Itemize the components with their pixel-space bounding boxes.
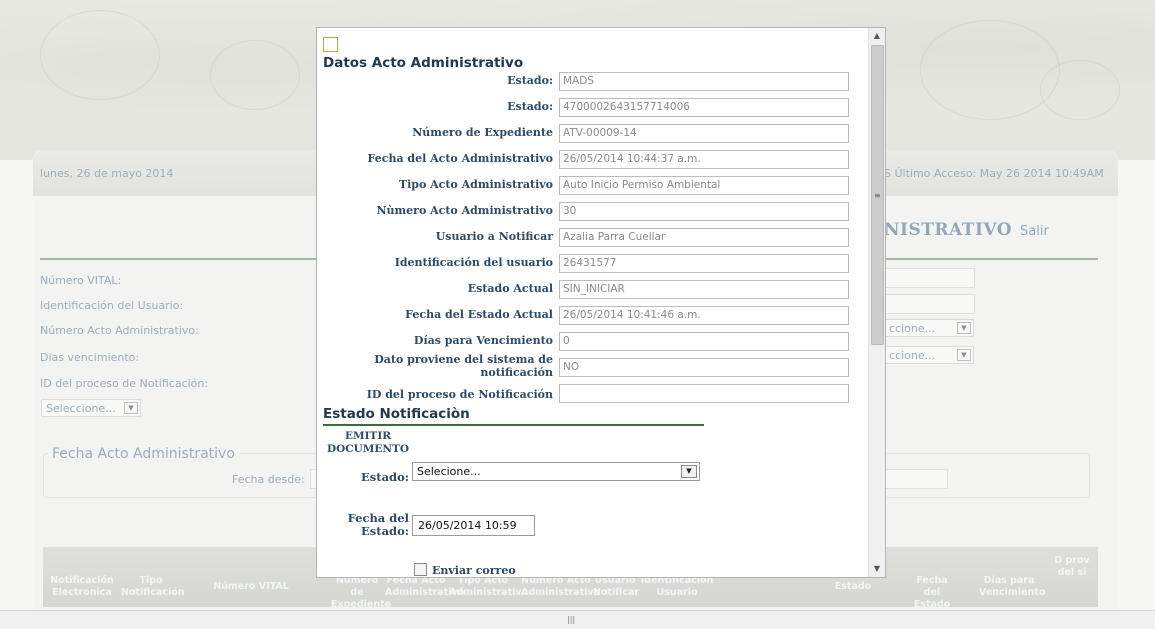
field-label: Usuario a Notificar	[435, 230, 553, 243]
estado-codigo-field[interactable]: 4700002643157714006	[559, 98, 849, 117]
close-icon[interactable]	[323, 37, 338, 52]
enviar-correo-checkbox[interactable]	[414, 563, 427, 576]
chevron-down-icon: ▼	[681, 465, 697, 478]
section-divider	[323, 424, 704, 426]
scroll-grip-icon: ≡	[874, 191, 881, 200]
scroll-up-icon[interactable]: ▲	[869, 28, 885, 44]
dato-proviene-field[interactable]: NO	[559, 358, 849, 377]
estado-label: Estado:	[361, 470, 409, 484]
id-proceso-field[interactable]	[559, 384, 849, 403]
enviar-correo-label: Enviar correo	[432, 564, 516, 577]
estado-entidad-field[interactable]: MADS	[559, 72, 849, 91]
fecha-acto-field[interactable]: 26/05/2014 10:44:37 a.m.	[559, 150, 849, 169]
field-label: Estado:	[507, 74, 553, 87]
scroll-grip-icon: |||	[567, 615, 576, 624]
numero-acto-field[interactable]: 30	[559, 202, 849, 221]
numero-expediente-field[interactable]: ATV-00009-14	[559, 124, 849, 143]
field-label: Estado:	[507, 100, 553, 113]
dias-vencimiento-field[interactable]: 0	[559, 332, 849, 351]
fecha-estado-label: Fecha del Estado:	[347, 511, 409, 538]
field-label: ID del proceso de Notificación	[366, 388, 553, 401]
usuario-notificar-field[interactable]: Azalia Parra Cuellar	[559, 228, 849, 247]
scroll-down-icon[interactable]: ▼	[869, 561, 885, 577]
emitir-documento-label: EMITIR DOCUMENTO	[327, 430, 409, 455]
scroll-thumb[interactable]: ≡	[871, 45, 884, 345]
estado-select-value: Selecione...	[417, 465, 481, 478]
tipo-acto-field[interactable]: Auto Inicio Permiso Ambiental	[559, 176, 849, 195]
datos-acto-title: Datos Acto Administrativo	[323, 55, 524, 71]
field-label: Tipo Acto Administrativo	[398, 178, 553, 191]
estado-select[interactable]: Selecione... ▼	[412, 462, 700, 481]
acto-administrativo-dialog: Datos Acto Administrativo Estado: MADS E…	[316, 27, 886, 578]
field-label: Días para Vencimiento	[413, 334, 553, 347]
field-label: Fecha del Acto Administrativo	[367, 152, 553, 165]
field-label: Número de Expediente	[412, 126, 553, 139]
field-label: Fecha del Estado Actual	[405, 308, 553, 321]
estado-actual-field[interactable]: SIN_INICIAR	[559, 280, 849, 299]
estado-notificacion-title: Estado Notificaciòn	[323, 406, 470, 422]
dialog-vertical-scrollbar[interactable]: ▲ ≡ ▼	[868, 28, 885, 577]
field-label: Estado Actual	[467, 282, 553, 295]
fecha-estado-input[interactable]: 26/05/2014 10:59	[412, 515, 535, 536]
page-horizontal-scrollbar[interactable]: |||	[0, 610, 1155, 629]
field-label: Dato proviene del sistema de notificació…	[374, 353, 553, 379]
identificacion-usuario-field[interactable]: 26431577	[559, 254, 849, 273]
fecha-estado-actual-field[interactable]: 26/05/2014 10:41:46 a.m.	[559, 306, 849, 325]
field-label: Nùmero Acto Administrativo	[376, 204, 553, 217]
field-label: Identificación del usuario	[394, 256, 553, 269]
